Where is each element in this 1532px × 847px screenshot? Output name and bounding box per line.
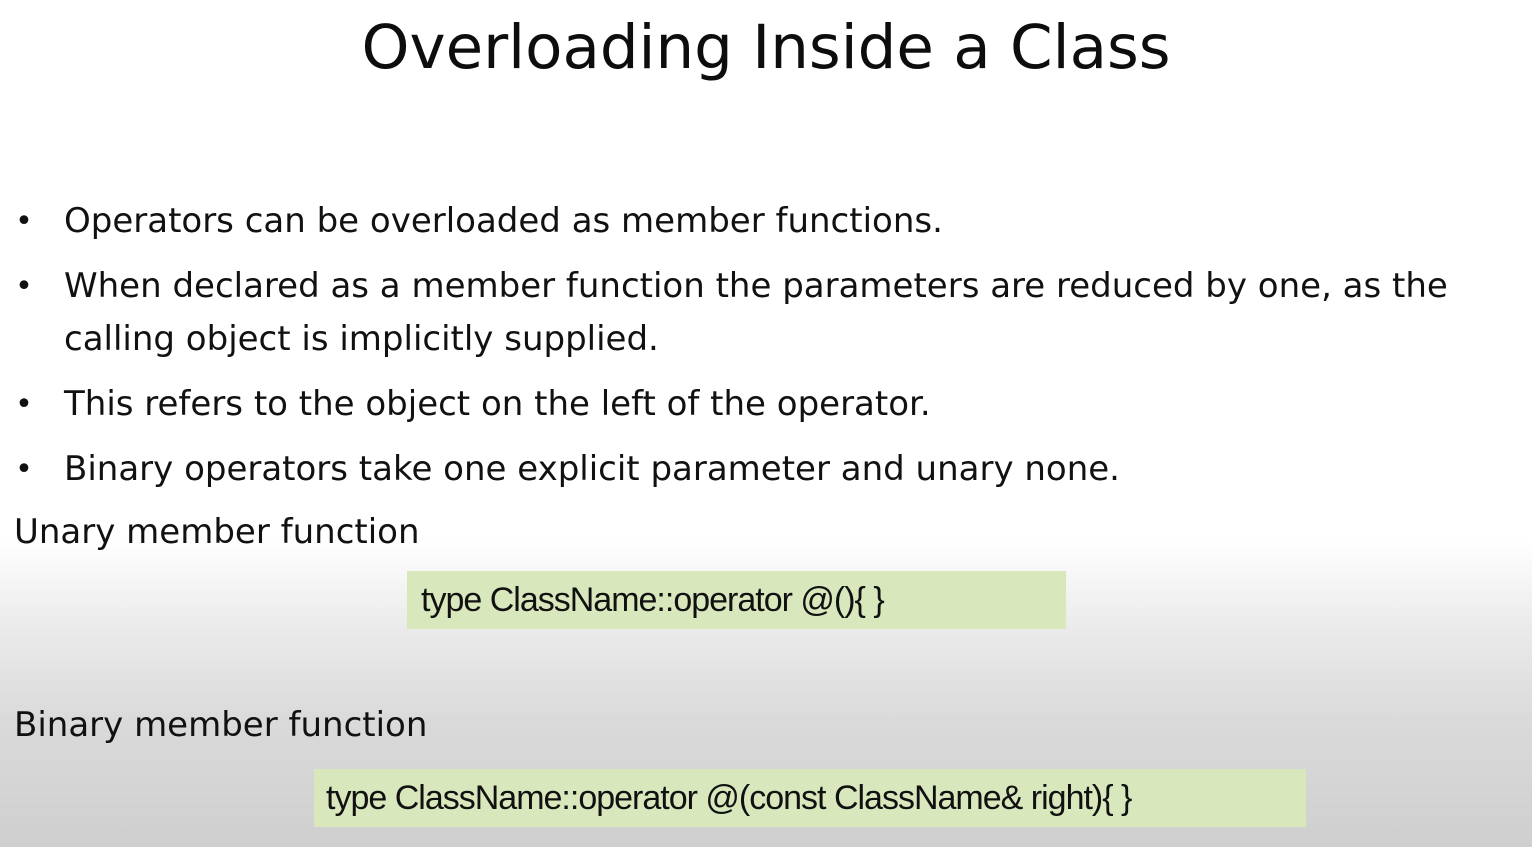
bullet-item: • Operators can be overloaded as member …	[0, 195, 1532, 248]
bullet-item: • When declared as a member function the…	[0, 260, 1532, 366]
bullet-marker: •	[15, 269, 33, 304]
bullet-text: Operators can be overloaded as member fu…	[64, 201, 943, 241]
unary-member-function-label: Unary member function	[14, 512, 420, 552]
binary-member-function-label: Binary member function	[14, 705, 428, 745]
binary-code-box: type ClassName::operator @(const ClassNa…	[314, 769, 1306, 827]
slide-title: Overloading Inside a Class	[361, 12, 1171, 83]
bullet-marker: •	[15, 387, 33, 422]
unary-code-box: type ClassName::operator @(){ }	[407, 571, 1066, 629]
bullet-item: • Binary operators take one explicit par…	[0, 443, 1532, 496]
bullet-text: This refers to the object on the left of…	[64, 384, 931, 424]
slide: Overloading Inside a Class • Operators c…	[0, 0, 1532, 847]
bullet-list: • Operators can be overloaded as member …	[0, 195, 1532, 508]
bullet-marker: •	[15, 204, 33, 239]
bullet-text: When declared as a member function the p…	[64, 266, 1448, 359]
bullet-item: • This refers to the object on the left …	[0, 378, 1532, 431]
bullet-marker: •	[15, 452, 33, 487]
bullet-text: Binary operators take one explicit param…	[64, 449, 1120, 489]
